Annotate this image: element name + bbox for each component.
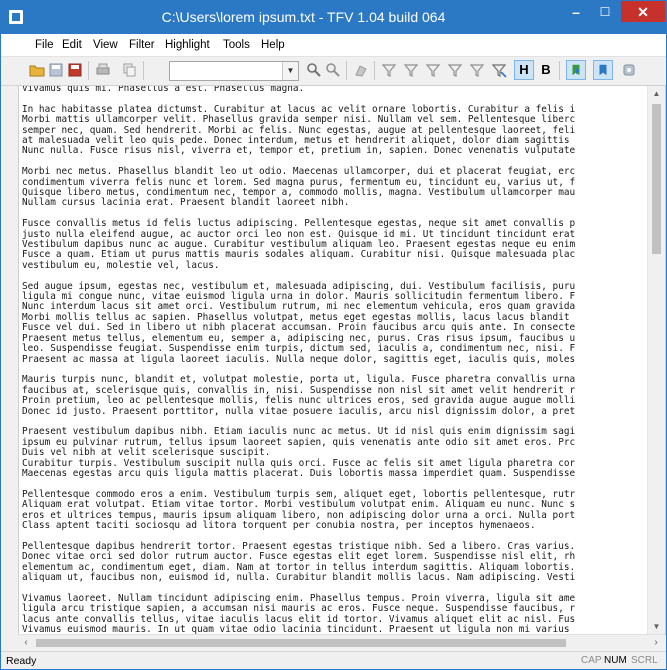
bookmark-next-icon [599, 64, 607, 76]
scroll-left-icon[interactable]: ‹ [18, 635, 34, 651]
close-button[interactable]: ✕ [621, 1, 665, 22]
filter-delete-icon[interactable] [491, 62, 507, 78]
highlight-toggle[interactable]: H [514, 60, 534, 80]
minimize-button[interactable]: – [561, 1, 591, 23]
indicator-scrl: SCRL [631, 655, 658, 666]
settings-icon[interactable] [621, 62, 637, 78]
vertical-scrollbar[interactable]: ▲ ▼ [647, 86, 665, 634]
menu-filter[interactable]: Filter [129, 39, 155, 51]
toolbar-separator [143, 61, 144, 80]
text-line: Nunc nulla. Fusce risus nisl, viverra et… [22, 145, 576, 157]
chevron-down-icon[interactable]: ▼ [282, 62, 298, 80]
filter-icon[interactable] [381, 62, 397, 78]
scroll-down-icon[interactable]: ▼ [648, 619, 665, 634]
text-line: Maecenas egestas arcu quis ligula mattis… [22, 467, 576, 479]
open-folder-icon[interactable] [29, 62, 45, 78]
search-combo[interactable]: ▼ [169, 61, 299, 81]
text-line: Donec id justo. Praesent porttitor, null… [22, 405, 576, 417]
app-window: C:\Users\lorem ipsum.txt - TFV 1.04 buil… [0, 0, 667, 670]
app-icon[interactable] [9, 10, 23, 24]
text-line: Class aptent taciti sociosqu ad litora t… [22, 519, 536, 531]
bookmark-next-toggle[interactable] [593, 60, 613, 80]
toolbar-separator [346, 61, 347, 80]
menu-bar: File Edit View Filter Highlight Tools He… [1, 34, 666, 57]
filter-edit-icon[interactable] [425, 62, 441, 78]
maximize-button[interactable]: ☐ [591, 1, 619, 23]
menu-view[interactable]: View [93, 39, 118, 51]
find-next-icon[interactable] [325, 62, 341, 78]
toolbar-separator [559, 61, 560, 80]
menu-edit[interactable]: Edit [62, 39, 82, 51]
scroll-right-icon[interactable]: › [648, 635, 664, 651]
menu-tools[interactable]: Tools [223, 39, 250, 51]
toolbar: ▼ H B [1, 57, 666, 86]
text-line: vestibulum eu, molestie vel, lacus. [22, 259, 220, 271]
text-line: aliquam ut, faucibus non, euismod id, nu… [22, 571, 576, 583]
filter-clear-icon[interactable] [447, 62, 463, 78]
text-line: Vivamus quis mi. Phasellus a est. Phasel… [22, 86, 305, 94]
indicator-num: NUM [604, 655, 627, 666]
text-line: Aliquam erat volutpat. Etiam vitae torto… [22, 499, 576, 511]
horizontal-scrollbar[interactable]: ‹ › [18, 634, 664, 651]
text-line: Praesent ac massa at ligula laoreet iacu… [22, 353, 576, 365]
menu-highlight[interactable]: Highlight [165, 39, 210, 51]
toolbar-separator [88, 61, 89, 80]
status-bar: Ready CAP NUM SCRL [1, 651, 666, 669]
text-line: Nullam cursus lacinia erat. Praesent bla… [22, 197, 350, 209]
toolbar-separator [374, 61, 375, 80]
save-as-icon[interactable] [67, 62, 83, 78]
bookmark-toggle[interactable] [566, 60, 586, 80]
find-icon[interactable] [306, 62, 322, 78]
bookmark-icon [572, 64, 580, 76]
indicator-caps: CAP [581, 655, 602, 666]
highlight-icon[interactable] [353, 62, 369, 78]
horizontal-scroll-thumb[interactable] [36, 639, 566, 647]
text-line: leo. Suspendisse feugiat. Suspendisse en… [22, 343, 576, 355]
window-title: C:\Users\lorem ipsum.txt - TFV 1.04 buil… [161, 9, 446, 25]
text-content: Vivamus quis mi. Phasellus a est. Phasel… [22, 86, 648, 634]
copy-icon[interactable] [121, 62, 137, 78]
text-line: Vivamus euismod mauris. In ut quam vitae… [22, 623, 570, 634]
menu-file[interactable]: File [35, 39, 54, 51]
status-text: Ready [6, 655, 37, 667]
vertical-scroll-thumb[interactable] [652, 104, 661, 254]
scroll-up-icon[interactable]: ▲ [648, 86, 665, 101]
save-icon[interactable] [48, 62, 64, 78]
text-viewport[interactable]: Vivamus quis mi. Phasellus a est. Phasel… [19, 86, 648, 634]
text-line: Proin pretium, leo ac pellentesque molli… [22, 395, 576, 407]
text-editor[interactable]: Vivamus quis mi. Phasellus a est. Phasel… [18, 85, 666, 635]
print-icon[interactable] [95, 62, 111, 78]
title-bar[interactable]: C:\Users\lorem ipsum.txt - TFV 1.04 buil… [1, 1, 666, 34]
filter-add-icon[interactable] [403, 62, 419, 78]
menu-help[interactable]: Help [261, 39, 285, 51]
text-line: Duis vel nibh at velit scelerisque susci… [22, 447, 271, 459]
filter-remove-icon[interactable] [469, 62, 485, 78]
bold-toggle[interactable]: B [536, 60, 556, 80]
text-line: Donec vitae orci sed dolor rutrum auctor… [22, 551, 576, 563]
